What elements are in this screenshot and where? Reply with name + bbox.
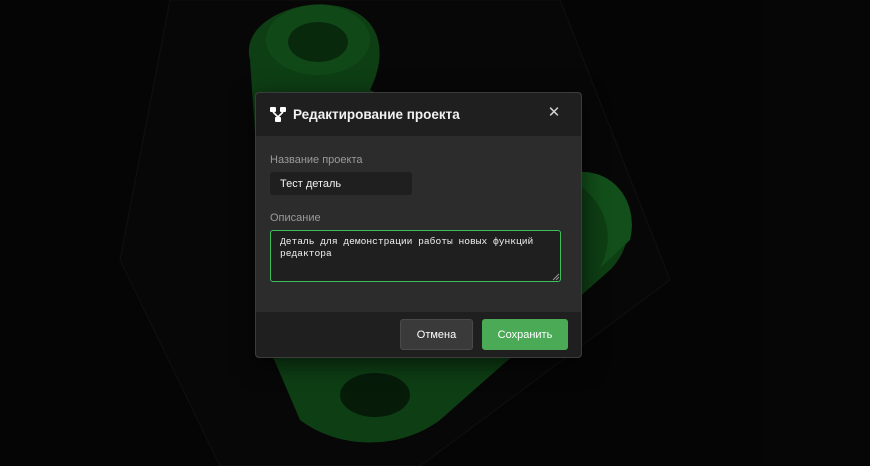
description-label: Описание [270, 212, 321, 224]
dialog-footer: Отмена Сохранить [256, 312, 581, 357]
cancel-button[interactable]: Отмена [400, 319, 473, 350]
project-name-label: Название проекта [270, 154, 363, 166]
project-share-icon [270, 107, 286, 122]
dialog-header: Редактирование проекта ✕ [256, 93, 581, 136]
edit-project-dialog: Редактирование проекта ✕ Название проект… [255, 92, 582, 358]
close-icon[interactable]: ✕ [547, 105, 561, 121]
save-button[interactable]: Сохранить [482, 319, 568, 350]
description-textarea[interactable]: Деталь для демонстрации работы новых фун… [270, 230, 561, 282]
dialog-title: Редактирование проекта [293, 107, 460, 122]
project-name-input[interactable] [270, 172, 412, 195]
resize-grip-icon[interactable] [552, 273, 560, 281]
